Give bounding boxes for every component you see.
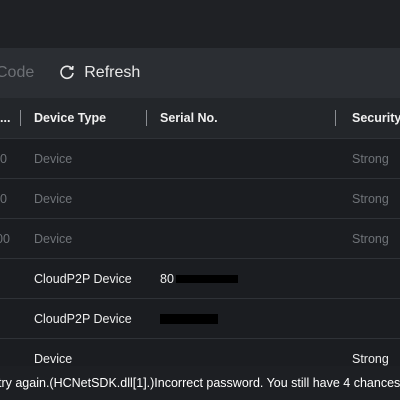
table-header: ... Device Type Serial No. Security <box>0 98 400 138</box>
column-header-security[interactable]: Security <box>352 111 400 125</box>
refresh-button-label: Refresh <box>84 64 141 81</box>
window-top-area <box>0 0 400 48</box>
column-separator[interactable] <box>335 110 336 126</box>
cell-0: 0 <box>0 151 7 166</box>
refresh-button[interactable]: Refresh <box>58 64 140 82</box>
refresh-icon <box>58 64 76 82</box>
cell-device-type: Device <box>34 351 73 366</box>
cell-device-type: Device <box>34 191 73 206</box>
table-row[interactable]: 0 Device Strong <box>0 138 400 178</box>
table-row[interactable]: CloudP2P Device 80 <box>0 258 400 298</box>
status-bar: try again.(HCNetSDK.dll[1].)Incorrect pa… <box>0 366 400 400</box>
table-row[interactable]: CloudP2P Device <box>0 298 400 338</box>
cell-security: Strong <box>352 231 389 246</box>
device-table: ... Device Type Serial No. Security 0 De… <box>0 98 400 378</box>
cell-device-type: Device <box>34 231 73 246</box>
cell-serial-no <box>160 312 330 326</box>
code-button-label: Code <box>0 64 35 81</box>
serial-visible-part: 80 <box>160 271 174 286</box>
cell-security: Strong <box>352 351 389 366</box>
table-row[interactable]: 0 Device Strong <box>0 178 400 218</box>
column-separator[interactable] <box>20 110 21 126</box>
column-separator[interactable] <box>146 110 147 126</box>
column-header-0[interactable]: ... <box>0 111 20 125</box>
cell-security: Strong <box>352 151 389 166</box>
table-row[interactable]: 00 Device Strong <box>0 218 400 258</box>
cell-0: 0 <box>0 191 7 206</box>
cell-device-type: CloudP2P Device <box>34 271 132 286</box>
cell-device-type: Device <box>34 151 73 166</box>
redaction-mark <box>175 275 238 284</box>
toolbar: Code Refresh <box>0 48 400 98</box>
cell-security: Strong <box>352 191 389 206</box>
column-header-device-type[interactable]: Device Type <box>34 111 144 125</box>
column-header-serial-no[interactable]: Serial No. <box>160 111 330 125</box>
cell-0: 00 <box>0 231 10 246</box>
code-button[interactable]: Code <box>0 64 34 82</box>
redaction-mark <box>160 314 218 325</box>
status-message: try again.(HCNetSDK.dll[1].)Incorrect pa… <box>0 376 400 390</box>
cell-device-type: CloudP2P Device <box>34 311 132 326</box>
cell-serial-no: 80 <box>160 272 330 286</box>
